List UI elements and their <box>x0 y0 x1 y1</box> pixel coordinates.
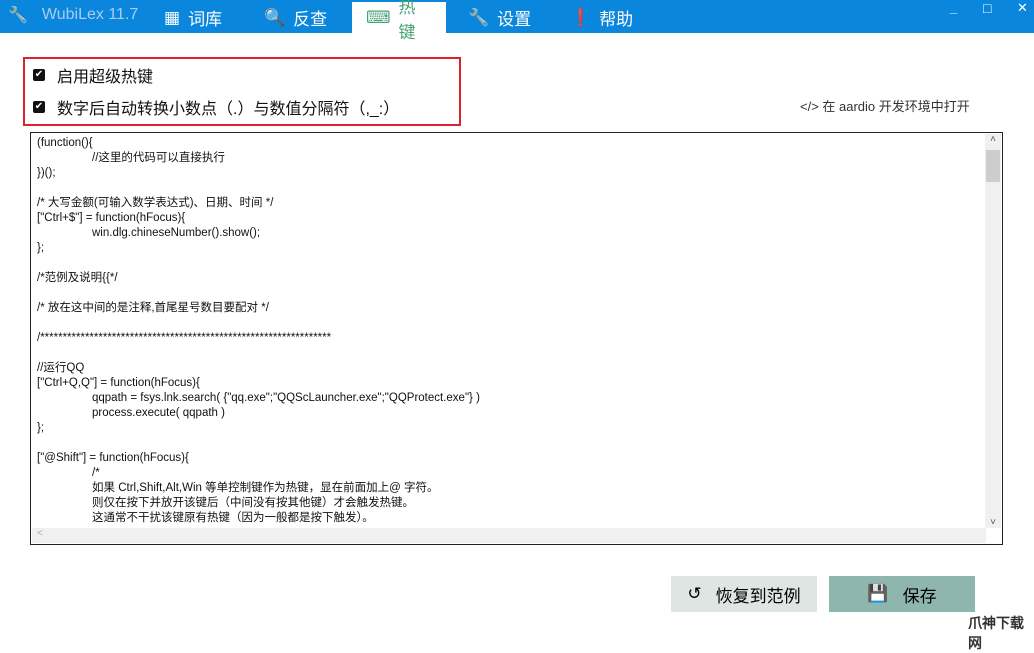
code-line: ["Ctrl+$"] = function(hFocus){ <box>37 212 186 224</box>
close-button[interactable]: ✕ <box>1017 0 1028 16</box>
watermark: 爪神下载网 <box>968 615 1024 651</box>
code-line: 如果 Ctrl,Shift,Alt,Win 等单控制键作为热键，显在前面加上@ … <box>92 482 439 494</box>
tab-help[interactable]: ❗ 帮助 <box>556 2 647 33</box>
tab-dictionary[interactable]: ▦ 词库 <box>150 2 236 33</box>
code-line: }; <box>37 242 45 254</box>
grid-icon: ▦ <box>164 7 181 27</box>
search-icon: 🔍 <box>264 7 286 27</box>
code-line: qqpath = fsys.lnk.search( {"qq.exe";"QQS… <box>92 392 480 404</box>
exclamation-icon: ❗ <box>570 7 592 27</box>
code-line: 这通常不干扰该键原有热键（因为一般都是按下触发）。 <box>92 512 374 524</box>
code-line: })(); <box>37 167 56 179</box>
code-editor[interactable]: (function(){ //这里的代码可以直接执行 })(); /* 大写金额(可输… <box>30 132 1003 545</box>
code-line: ["@Shift"] = function(hFocus){ <box>37 452 189 464</box>
code-line: (function(){ <box>37 137 93 149</box>
code-line: /* <box>92 467 100 479</box>
keyboard-icon: ⌨ <box>366 7 391 27</box>
code-line: 则仅在按下并放开该键后（中间没有按其他键）才会触发热键。 <box>92 497 414 509</box>
floppy-disk-icon: 💾 <box>867 584 889 603</box>
code-line: /*范例及说明{{*/ <box>37 272 118 284</box>
scroll-thumb[interactable] <box>986 150 1000 182</box>
maximize-button[interactable]: □ <box>983 0 991 16</box>
code-line: //这里的代码可以直接执行 <box>92 152 225 164</box>
title-bar: 🔧 WubiLex 11.7 ▦ 词库 🔍 反查 ⌨ 热键 🔧 设置 ❗ 帮助 _ □ ✕ <box>0 0 1034 42</box>
code-line: process.execute( qqpath ) <box>92 407 225 419</box>
scroll-left-icon[interactable]: < <box>37 528 43 539</box>
code-line: ["Ctrl+Q,Q"] = function(hFocus){ <box>37 377 200 389</box>
code-line: }; <box>37 422 45 434</box>
checkbox-checked-icon: ✔ <box>33 69 45 81</box>
tab-settings[interactable]: 🔧 设置 <box>454 2 545 33</box>
tab-hotkeys[interactable]: ⌨ 热键 <box>352 0 446 42</box>
minimize-button[interactable]: _ <box>950 0 957 15</box>
code-line: /* 放在这中间的是注释,首尾星号数目要配对 */ <box>37 302 269 314</box>
wrench-icon: 🔧 <box>468 7 490 27</box>
horizontal-scrollbar[interactable]: < <box>32 528 986 543</box>
code-line: /* 大写金额(可输入数学表达式)、日期、时间 */ <box>37 197 274 209</box>
open-in-aardio-link[interactable]: </> 在 aardio 开发环境中打开 <box>800 96 970 115</box>
tab-lookup[interactable]: 🔍 反查 <box>250 2 341 33</box>
wrench-icon: 🔧 <box>8 7 28 24</box>
save-button[interactable]: 💾 保存 <box>829 576 975 612</box>
app-title: 🔧 WubiLex 11.7 <box>8 6 139 24</box>
scroll-down-icon[interactable]: ˅ <box>985 517 1001 528</box>
code-line: //运行QQ <box>37 362 85 374</box>
enable-super-hotkey-checkbox[interactable]: ✔ 启用超级热键 <box>33 63 153 87</box>
code-content[interactable]: (function(){ //这里的代码可以直接执行 })(); /* 大写金额(可输… <box>37 136 480 526</box>
code-line: win.dlg.chineseNumber().show(); <box>92 227 261 239</box>
scroll-up-icon[interactable]: ˄ <box>985 134 1001 145</box>
auto-convert-decimal-checkbox[interactable]: ✔ 数字后自动转换小数点（.）与数值分隔符（,_:） <box>33 95 399 119</box>
checkbox-checked-icon: ✔ <box>33 101 45 113</box>
undo-icon: ↺ <box>687 584 702 603</box>
code-line: /***************************************… <box>37 332 332 344</box>
restore-example-button[interactable]: ↺ 恢复到范例 <box>671 576 817 612</box>
vertical-scrollbar[interactable]: ˄ ˅ <box>985 134 1001 528</box>
